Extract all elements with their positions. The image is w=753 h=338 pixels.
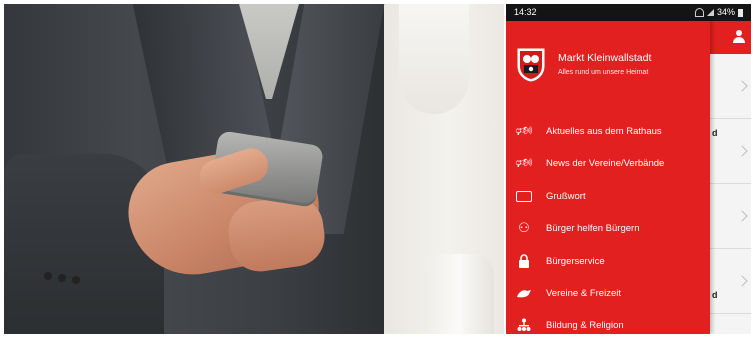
menu-item-grusswort[interactable]: Grußwort bbox=[506, 182, 710, 210]
status-time: 14:32 bbox=[514, 7, 537, 17]
menu-item-vereine-freizeit[interactable]: Vereine & Freizeit bbox=[506, 279, 710, 307]
megaphone-icon: 🕬 bbox=[515, 123, 533, 138]
status-bar: 14:32 34% bbox=[506, 4, 751, 21]
menu-item-label: Vereine & Freizeit bbox=[546, 287, 621, 299]
photo-man-with-smartphone bbox=[4, 4, 504, 334]
menu-item-buergerservice[interactable]: Bürgerservice bbox=[506, 247, 710, 275]
screenshot-frame: 14:32 34% d d Markt Kleinwallstadt Alles… bbox=[0, 0, 753, 338]
battery-percent: 34% bbox=[716, 7, 735, 17]
people-icon: ⚇ bbox=[518, 220, 530, 235]
menu-item-label: Aktuelles aus dem Rathaus bbox=[546, 125, 662, 137]
menu-item-buerger-helfen[interactable]: ⚇ Bürger helfen Bürgern bbox=[506, 214, 710, 242]
phone-screen: 14:32 34% d d Markt Kleinwallstadt Alles… bbox=[506, 4, 751, 334]
hierarchy-icon bbox=[515, 317, 533, 333]
id-card-icon bbox=[515, 188, 533, 204]
photo-cuff-buttons bbox=[44, 272, 52, 280]
chevron-right-icon bbox=[736, 145, 748, 157]
signal-icon bbox=[706, 9, 714, 16]
profile-icon[interactable] bbox=[732, 30, 746, 44]
list-text-fragment: d bbox=[712, 128, 718, 138]
lock-icon bbox=[515, 253, 533, 269]
menu-item-bildung-religion[interactable]: Bildung & Religion bbox=[506, 311, 710, 334]
menu-item-label: News der Vereine/Verbände bbox=[546, 157, 665, 169]
wifi-icon bbox=[694, 8, 704, 17]
list-item[interactable] bbox=[710, 184, 751, 249]
battery-icon bbox=[738, 8, 743, 17]
photo-vase bbox=[424, 254, 494, 334]
list-text-fragment: d bbox=[712, 290, 718, 300]
list-item[interactable] bbox=[710, 54, 751, 119]
coat-of-arms-logo bbox=[517, 48, 545, 82]
app-subtitle: Alles rund um unsere Heimat bbox=[558, 69, 649, 76]
status-indicators: 34% bbox=[694, 4, 743, 21]
chevron-right-icon bbox=[736, 80, 748, 92]
navigation-drawer: Markt Kleinwallstadt Alles rund um unser… bbox=[506, 21, 710, 334]
sport-icon bbox=[515, 285, 533, 301]
chevron-right-icon bbox=[736, 275, 748, 287]
app-title: Markt Kleinwallstadt bbox=[558, 52, 652, 64]
menu-item-label: Bildung & Religion bbox=[546, 319, 624, 331]
megaphone-icon: 🕬 bbox=[515, 155, 533, 170]
menu-item-label: Grußwort bbox=[546, 190, 586, 202]
menu-item-news-vereine[interactable]: 🕬 News der Vereine/Verbände bbox=[506, 149, 710, 177]
chevron-right-icon bbox=[736, 210, 748, 222]
menu-item-label: Bürger helfen Bürgern bbox=[546, 222, 640, 234]
list-item[interactable] bbox=[710, 249, 751, 314]
menu-item-label: Bürgerservice bbox=[546, 255, 605, 267]
menu-item-aktuelles-rathaus[interactable]: 🕬 Aktuelles aus dem Rathaus bbox=[506, 117, 710, 145]
photo-lamp bbox=[399, 4, 469, 114]
